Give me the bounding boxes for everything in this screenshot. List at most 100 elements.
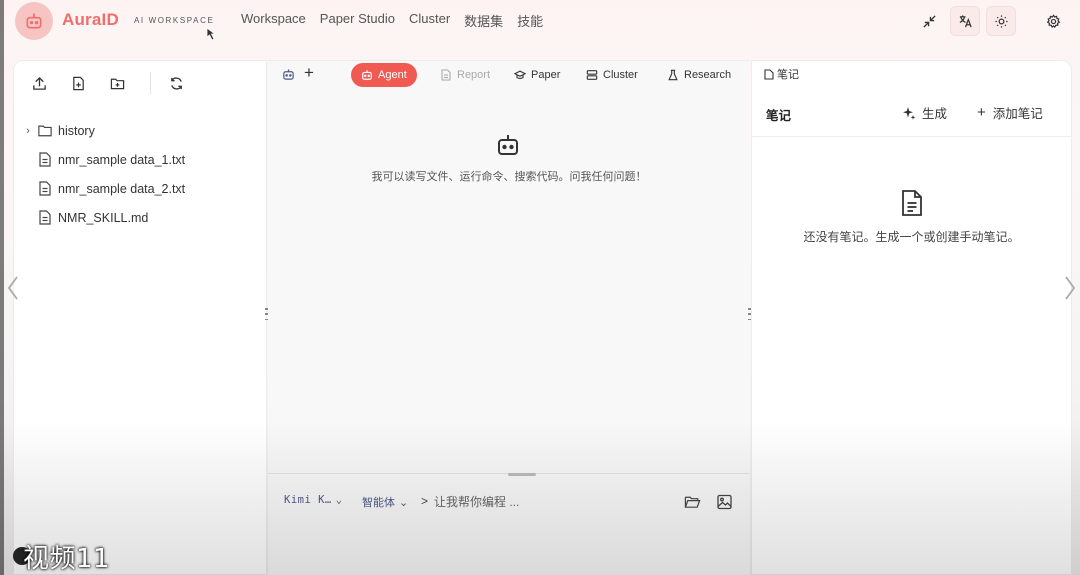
composer-resize-handle[interactable] (508, 473, 536, 476)
top-nav: Workspace Paper Studio Cluster 数据集 技能 (241, 11, 543, 30)
tab-label: Report (457, 69, 491, 81)
theme-toggle-button[interactable] (986, 6, 1016, 36)
mode-selector[interactable]: 智能体 ⌄ (362, 494, 408, 510)
minimize-button[interactable] (914, 6, 944, 36)
file-tree: › history nmr_sample data_1.txt nmr_samp… (14, 116, 266, 232)
file-text-icon (902, 190, 922, 216)
prompt-input[interactable] (434, 491, 674, 513)
document-icon (764, 68, 774, 80)
refresh-icon (170, 76, 182, 90)
tab-label: 笔记 (777, 69, 799, 81)
file-icon (38, 210, 52, 225)
new-file-icon (72, 76, 84, 90)
chevron-down-icon: ⌄ (335, 494, 343, 506)
new-tab-button[interactable]: + (304, 63, 314, 83)
file-icon (38, 152, 52, 167)
file-name: history (58, 123, 95, 138)
flask-icon (668, 69, 678, 81)
file-name: nmr_sample data_1.txt (58, 152, 186, 167)
agent-empty-message: 我可以读写文件、运行命令、搜索代码。问我任何问题！ (371, 171, 647, 183)
tab-cluster[interactable]: Cluster (576, 63, 648, 87)
nav-datasets[interactable]: 数据集 (464, 11, 503, 30)
generate-notes-button[interactable]: 生成 (902, 103, 947, 122)
agent-panel: + Agent Report Paper Cluster Research 我可… (268, 60, 750, 575)
prompt-caret: > (421, 494, 429, 508)
chevron-right-icon[interactable]: › (22, 125, 34, 137)
mouse-cursor-icon (206, 27, 217, 41)
gear-icon (1046, 13, 1060, 28)
model-selector[interactable]: Kimi K… ⌄ (284, 494, 343, 506)
chat-composer: Kimi K… ⌄ 智能体 ⌄ > (268, 491, 750, 521)
agent-tab-bar: + Agent Report Paper Cluster Research (268, 61, 750, 89)
robot-logo-icon (26, 13, 42, 29)
upload-button[interactable] (30, 74, 48, 92)
refresh-button[interactable] (167, 74, 185, 92)
new-file-button[interactable] (69, 74, 87, 92)
file-name: nmr_sample data_2.txt (58, 181, 186, 196)
top-header: AuraID AI WORKSPACE Workspace Paper Stud… (0, 0, 1080, 44)
chevron-down-icon: ⌄ (399, 496, 409, 509)
next-arrow[interactable] (1063, 275, 1077, 301)
tab-label: Agent (378, 69, 407, 81)
nav-cluster[interactable]: Cluster (409, 11, 450, 30)
notes-panel: 笔记 笔记 生成 + 添加笔记 还没有笔记。生成一个或创建手动笔记。 (751, 60, 1072, 575)
settings-button[interactable] (1038, 6, 1068, 36)
nav-paper-studio[interactable]: Paper Studio (320, 11, 395, 30)
upload-icon (32, 76, 46, 90)
robot-icon[interactable] (282, 68, 295, 81)
screen-edge (0, 0, 4, 575)
new-folder-icon (110, 78, 124, 89)
folder-open-icon (684, 496, 700, 508)
logo[interactable] (15, 2, 53, 40)
video-label: 视频11 (23, 544, 111, 574)
nav-workspace[interactable]: Workspace (241, 11, 306, 30)
tab-paper[interactable]: Paper (504, 63, 570, 87)
notes-title: 笔记 (766, 109, 792, 123)
brand-subtitle: AI WORKSPACE (134, 16, 215, 25)
translate-button[interactable] (950, 6, 980, 36)
generate-label: 生成 (922, 107, 948, 121)
attach-image-button[interactable] (715, 493, 733, 511)
robot-icon (362, 70, 372, 80)
graduation-cap-icon (514, 70, 526, 79)
tab-label: Research (684, 69, 732, 81)
translate-icon (959, 14, 972, 27)
file-icon (38, 181, 52, 196)
tab-label: Cluster (603, 69, 638, 81)
mode-label: 智能体 (362, 497, 395, 509)
notes-header: 笔记 生成 + 添加笔记 (752, 91, 1071, 137)
add-note-label: 添加笔记 (992, 107, 1043, 121)
tab-label: Paper (531, 69, 561, 81)
file-name: NMR_SKILL.md (58, 210, 149, 225)
nav-skills[interactable]: 技能 (517, 11, 543, 30)
add-note-button[interactable]: + 添加笔记 (977, 103, 1043, 122)
sparkle-icon (903, 106, 916, 120)
folder-icon (38, 123, 52, 138)
plus-icon: + (977, 104, 986, 121)
open-folder-button[interactable] (683, 493, 701, 511)
file-toolbar (14, 61, 266, 105)
robot-icon (498, 135, 518, 155)
document-icon (441, 69, 451, 81)
previous-arrow[interactable] (6, 275, 20, 301)
brand-name: AuraID (62, 10, 119, 29)
image-icon (716, 494, 732, 510)
file-explorer-panel: › history nmr_sample data_1.txt nmr_samp… (13, 60, 267, 575)
file-row[interactable]: NMR_SKILL.md (14, 203, 266, 232)
folder-row-history[interactable]: › history (14, 116, 266, 145)
server-icon (586, 70, 598, 80)
file-row[interactable]: nmr_sample data_1.txt (14, 145, 266, 174)
tab-research[interactable]: Research (657, 63, 741, 87)
tab-notes[interactable]: 笔记 (764, 64, 799, 84)
new-folder-button[interactable] (108, 74, 126, 92)
sun-icon (994, 14, 1008, 28)
notes-empty-message: 还没有笔记。生成一个或创建手动笔记。 (803, 230, 1020, 244)
minimize-icon (922, 14, 936, 28)
chevron-left-icon (7, 276, 18, 300)
tab-report[interactable]: Report (430, 63, 500, 87)
model-label: Kimi K… (284, 494, 332, 506)
chevron-right-icon (1065, 276, 1076, 300)
file-row[interactable]: nmr_sample data_2.txt (14, 174, 266, 203)
tab-agent[interactable]: Agent (351, 63, 417, 87)
header-actions (914, 6, 1068, 36)
